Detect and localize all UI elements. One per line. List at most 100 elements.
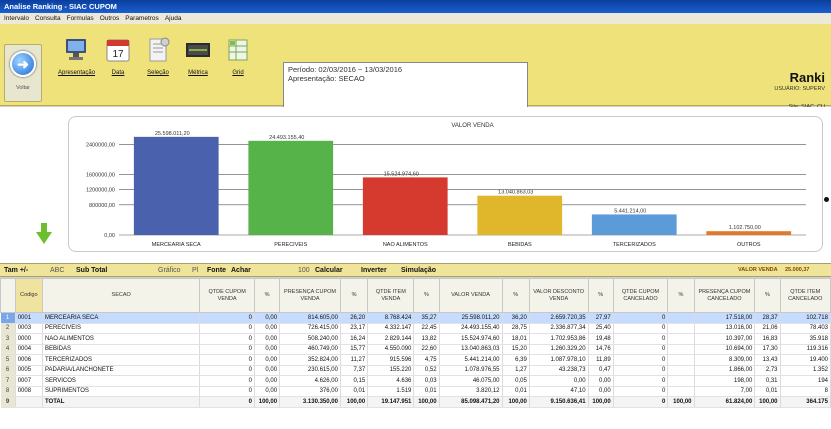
table-cell[interactable]: PADARIA/LANCHONETE (42, 365, 201, 376)
data-grid[interactable]: Codigo SECAO QTDE CUPOM VENDA% PRESENÇA CUP… (0, 278, 831, 429)
table-cell[interactable] (667, 333, 695, 345)
table-cell[interactable]: 25,40 (588, 323, 614, 334)
table-row[interactable]: 9 TOTAL 0 100,00 3.130.350,00 100,00 19.147.95… (0, 396, 831, 408)
table-cell[interactable]: 1.078.976,55 (439, 365, 503, 376)
table-cell[interactable]: 0,00 (254, 386, 281, 397)
table-cell[interactable]: 0006 (15, 354, 43, 366)
table-cell[interactable]: PERECIVEIS (42, 323, 201, 334)
table-cell[interactable] (15, 396, 43, 408)
column-header[interactable]: QTDE CUPOM CANCELADO (612, 278, 669, 313)
table-cell[interactable]: 0,05 (502, 375, 530, 387)
table-cell[interactable]: 460.749,00 (279, 344, 341, 355)
table-cell[interactable]: 23,17 (340, 323, 369, 334)
table-cell[interactable]: 78.403 (780, 323, 831, 334)
table-cell[interactable]: 102.718 (780, 312, 831, 324)
column-header[interactable]: % (667, 278, 695, 313)
table-cell[interactable]: 16,24 (340, 333, 369, 345)
table-cell[interactable]: 0005 (15, 365, 43, 376)
toolbar-button-grid[interactable]: Grid (220, 32, 256, 92)
table-cell[interactable]: 61.824,00 (694, 396, 756, 408)
table-cell[interactable]: TOTAL (42, 396, 201, 408)
table-row[interactable]: 7 0007 SERVICOS 0 0,00 4.626,00 0,15 4.636 0,03 4… (0, 375, 831, 387)
table-cell[interactable]: 0 (199, 375, 255, 387)
column-header[interactable]: % (587, 278, 614, 313)
row-number[interactable]: 9 (0, 396, 16, 408)
table-cell[interactable]: 0 (613, 323, 669, 334)
table-cell[interactable]: 19.147.951 (367, 396, 415, 408)
table-cell[interactable]: 35.918 (780, 333, 831, 345)
toolbar-button-metrica[interactable]: Métrica (180, 32, 216, 92)
menu-item-parametros[interactable]: Parametros (125, 15, 159, 22)
table-cell[interactable]: 47,10 (529, 386, 589, 397)
table-cell[interactable]: 0008 (15, 386, 43, 397)
table-cell[interactable]: TERCERIZADOS (42, 354, 201, 366)
table-cell[interactable]: 15,20 (502, 344, 530, 355)
table-cell[interactable]: 7,37 (340, 365, 369, 376)
table-cell[interactable]: 1.519 (367, 386, 415, 397)
table-row[interactable]: 8 0008 SUPRIMENTOS 0 0,00 376,00 0,01 1.519 0,01… (0, 386, 831, 397)
menu-item-formulas[interactable]: Formulas (67, 15, 94, 22)
row-number[interactable]: 5 (0, 354, 16, 366)
row-number[interactable]: 7 (0, 375, 16, 387)
column-header[interactable]: QTDE ITEM VENDA (367, 278, 415, 313)
table-cell[interactable]: 1.866,00 (694, 365, 756, 376)
column-header[interactable]: VALOR VENDA (438, 278, 503, 313)
fonte-button[interactable]: Fonte (207, 267, 226, 274)
table-cell[interactable]: 6,39 (502, 354, 530, 366)
table-cell[interactable]: 0,01 (413, 386, 440, 397)
table-cell[interactable]: 0,52 (413, 365, 440, 376)
table-cell[interactable]: 194 (780, 375, 831, 387)
table-cell[interactable]: BEBIDAS (42, 344, 201, 355)
table-cell[interactable]: 4.550.090 (367, 344, 415, 355)
table-cell[interactable]: 11,27 (340, 354, 369, 366)
table-cell[interactable]: 19,48 (588, 333, 614, 345)
table-cell[interactable]: 19.400 (780, 354, 831, 366)
table-cell[interactable]: 1.702.953,86 (529, 333, 589, 345)
table-cell[interactable]: 915.596 (367, 354, 415, 366)
table-row[interactable]: 6 0005 PADARIA/LANCHONETE 0 0,00 230.615,00 7,… (0, 365, 831, 376)
column-header[interactable]: % (754, 278, 781, 313)
table-cell[interactable]: 10.397,00 (694, 333, 756, 345)
table-cell[interactable]: 4.636 (367, 375, 415, 387)
table-cell[interactable]: 10.694,00 (694, 344, 756, 355)
table-cell[interactable] (667, 365, 695, 376)
table-cell[interactable]: 0 (199, 312, 255, 324)
arrow-down-icon[interactable] (36, 223, 52, 245)
table-cell[interactable]: 8.768.424 (367, 312, 415, 324)
table-cell[interactable]: 0 (613, 396, 669, 408)
table-cell[interactable]: 2.829.144 (367, 333, 415, 345)
column-header[interactable]: PRESENÇA CUPOM VENDA (279, 278, 341, 313)
table-cell[interactable]: 1,27 (502, 365, 530, 376)
table-cell[interactable]: 0007 (15, 375, 43, 387)
table-cell[interactable]: 25.598.011,20 (439, 312, 503, 324)
table-cell[interactable]: 364.175 (780, 396, 831, 408)
table-cell[interactable]: 508.240,00 (279, 333, 341, 345)
inverter-button[interactable]: Inverter (361, 267, 387, 274)
table-cell[interactable]: 2,73 (754, 365, 781, 376)
table-cell[interactable]: 0 (199, 333, 255, 345)
table-cell[interactable]: 17,30 (754, 344, 781, 355)
table-row[interactable]: 5 0006 TERCERIZADOS 0 0,00 352.824,00 11,27 915… (0, 354, 831, 366)
table-cell[interactable]: 24.493.155,40 (439, 323, 503, 334)
table-cell[interactable]: 100,00 (340, 396, 369, 408)
row-number[interactable]: 8 (0, 386, 16, 397)
toolbar-button-selecao[interactable]: Seleção (140, 32, 176, 92)
table-cell[interactable]: 0004 (15, 344, 43, 355)
table-cell[interactable]: 726.415,00 (279, 323, 341, 334)
table-cell[interactable] (667, 386, 695, 397)
table-cell[interactable]: 15,77 (340, 344, 369, 355)
table-row[interactable]: 4 0004 BEBIDAS 0 0,00 460.749,00 15,77 4.550.09… (0, 344, 831, 355)
table-cell[interactable]: 18,01 (502, 333, 530, 345)
table-cell[interactable]: 0,00 (254, 344, 281, 355)
table-cell[interactable]: 26,20 (340, 312, 369, 324)
table-cell[interactable]: 100,00 (754, 396, 781, 408)
table-cell[interactable]: 0 (613, 312, 669, 324)
table-cell[interactable]: 0 (613, 354, 669, 366)
table-cell[interactable]: 3.130.350,00 (279, 396, 341, 408)
size-toggle[interactable]: Tam +/- (4, 267, 28, 274)
table-cell[interactable]: 0003 (15, 323, 43, 334)
row-number[interactable]: 1 (0, 312, 16, 324)
table-cell[interactable]: 3.820,12 (439, 386, 503, 397)
table-cell[interactable]: 0,15 (340, 375, 369, 387)
table-cell[interactable]: 1.260.329,20 (529, 344, 589, 355)
